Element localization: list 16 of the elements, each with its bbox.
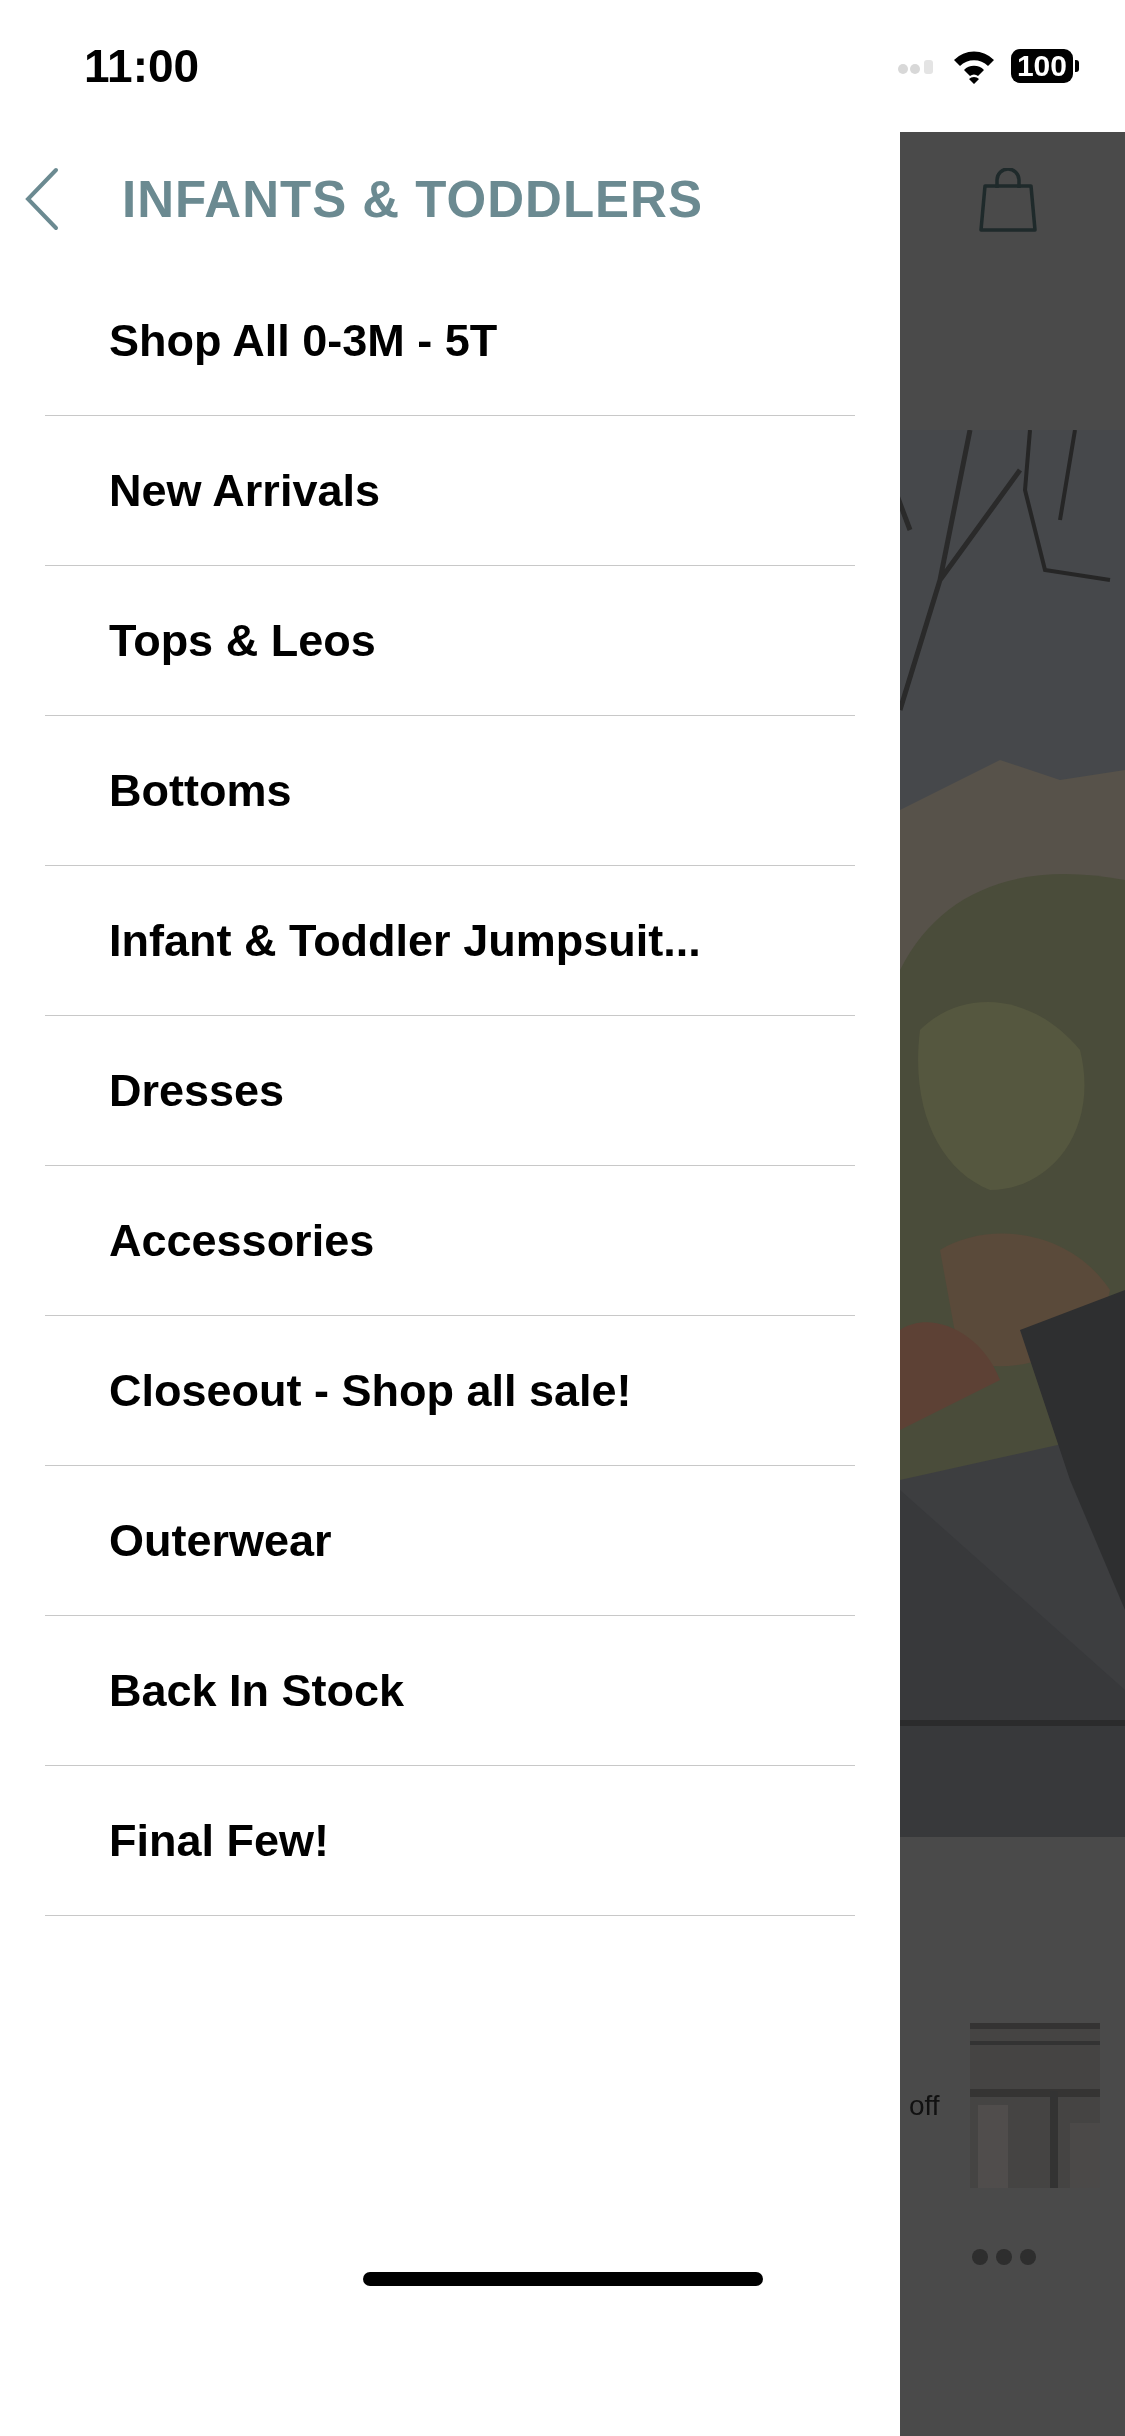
menu-item[interactable]: New Arrivals	[45, 416, 855, 566]
promo-text: off	[909, 2089, 940, 2122]
more-icon[interactable]	[972, 2248, 1036, 2266]
menu-item[interactable]: Dresses	[45, 1016, 855, 1166]
menu-item[interactable]: Bottoms	[45, 716, 855, 866]
menu-item[interactable]: Back In Stock	[45, 1616, 855, 1766]
menu-item[interactable]: Tops & Leos	[45, 566, 855, 716]
menu-item[interactable]: Infant & Toddler Jumpsuit...	[45, 866, 855, 1016]
menu-title: INFANTS & TODDLERS	[122, 169, 703, 229]
menu-item[interactable]: Final Few!	[45, 1766, 855, 1916]
status-time: 11:00	[84, 39, 200, 93]
back-icon[interactable]	[24, 167, 60, 231]
menu-item[interactable]: Outerwear	[45, 1466, 855, 1616]
menu-item[interactable]: Shop All 0-3M - 5T	[45, 266, 855, 416]
menu-item[interactable]: Closeout - Shop all sale!	[45, 1316, 855, 1466]
menu-item[interactable]: Accessories	[45, 1166, 855, 1316]
